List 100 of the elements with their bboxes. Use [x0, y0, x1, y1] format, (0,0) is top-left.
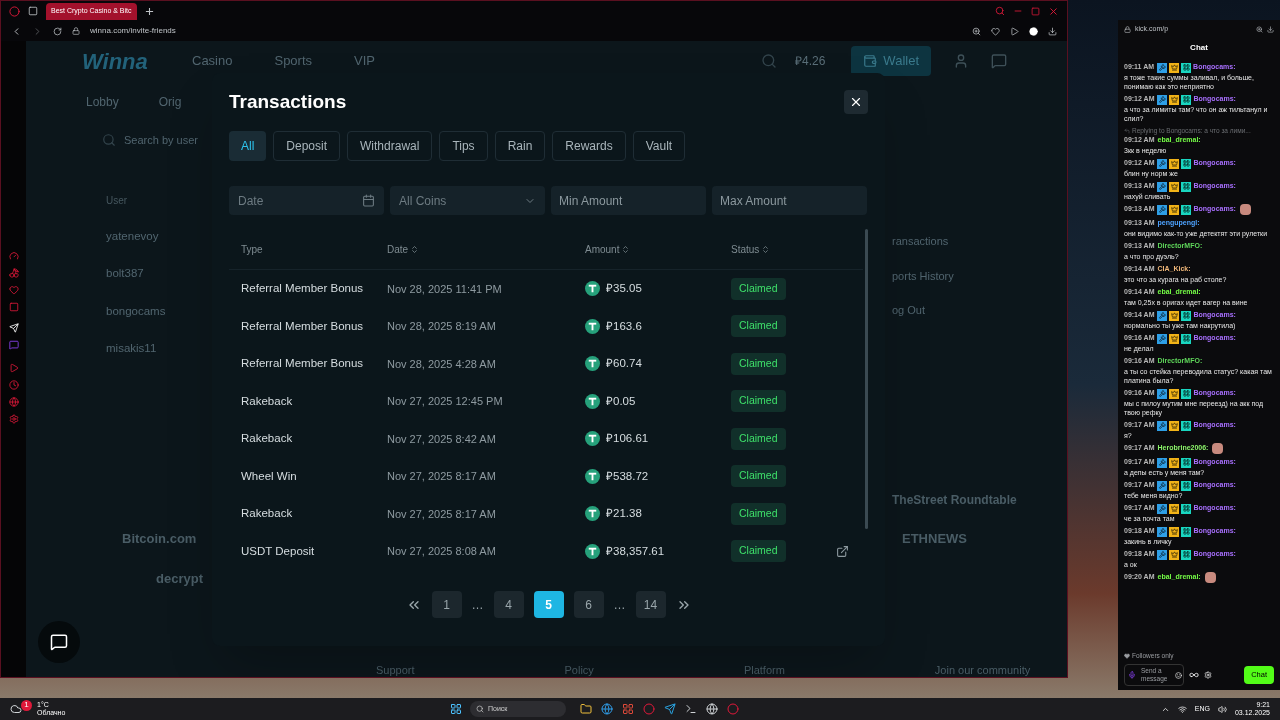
heart-icon[interactable] [8, 285, 19, 295]
folder-icon[interactable] [580, 703, 592, 715]
points-icon[interactable] [1189, 670, 1199, 680]
heart-icon[interactable] [991, 26, 1000, 36]
partner-logo: TheStreet Roundtable [892, 491, 1017, 509]
crown-badge-icon [1169, 310, 1180, 321]
type-cell-text: Rakeback [241, 431, 293, 447]
crown-badge-icon [1169, 181, 1180, 192]
type-cell-text: USDT Deposit [241, 543, 315, 559]
volume-icon[interactable] [1217, 704, 1227, 714]
search-icon [476, 705, 484, 713]
balance-display[interactable]: ₽4.26 [795, 52, 826, 70]
status-badge: Claimed [731, 277, 786, 300]
page-button[interactable]: 1 [431, 591, 462, 618]
download-icon[interactable] [1048, 26, 1057, 36]
tether-coin-icon [585, 506, 600, 522]
date-cell-text: Nov 27, 2025 8:42 AM [387, 431, 496, 447]
grid-badge-icon [1181, 158, 1192, 169]
date-cell-text: Nov 27, 2025 8:08 AM [387, 544, 496, 559]
filter-tab[interactable]: Tips [439, 131, 488, 161]
start-icon[interactable] [450, 703, 462, 715]
filter-tab[interactable]: Vault [632, 131, 686, 161]
browser-icon[interactable] [601, 703, 613, 715]
filter-tab[interactable]: All [229, 131, 267, 161]
username-cell-text: yatenevoy [106, 229, 159, 244]
status-badge: Claimed [731, 390, 786, 413]
page-button[interactable]: 4 [493, 591, 524, 618]
cherry-icon[interactable] [8, 268, 19, 278]
crown-badge-icon [1169, 526, 1180, 537]
tether-coin-icon [585, 468, 600, 484]
emoji-icon[interactable] [1175, 672, 1182, 679]
page-button[interactable]: 6 [573, 591, 604, 618]
close-icon[interactable] [1048, 5, 1059, 17]
reload-icon[interactable] [53, 26, 62, 36]
tether-coin-icon [585, 431, 600, 447]
new-tab-icon[interactable] [144, 6, 154, 16]
status-badge: Claimed [731, 427, 786, 450]
network-icon[interactable] [1177, 704, 1187, 714]
crown-badge-icon [1169, 549, 1180, 560]
scrollbar-thumb[interactable] [865, 229, 868, 529]
page-button[interactable]: 14 [635, 591, 666, 618]
filter-tab[interactable]: Rain [494, 131, 546, 161]
reply-icon [1124, 127, 1130, 134]
type-cell-text: Wheel Win [241, 468, 297, 484]
coin-select[interactable]: All Coins [390, 186, 545, 215]
min-amount-field[interactable]: Min Amount [551, 186, 706, 215]
weather-badge: 1 [21, 699, 32, 711]
profile-icon[interactable] [1029, 26, 1038, 36]
circle-icon[interactable] [643, 703, 655, 715]
circle-icon[interactable] [727, 703, 739, 715]
crown-badge-icon [1169, 204, 1180, 215]
grid-badge-icon [1181, 526, 1192, 537]
sort-icon [621, 244, 631, 254]
heart-icon [1124, 653, 1130, 660]
status-badge: Claimed [731, 465, 786, 488]
weather-icon[interactable] [10, 703, 22, 715]
footer-heading: Policy [564, 663, 594, 677]
date-cell-text: Nov 27, 2025 8:17 AM [387, 506, 496, 522]
grid-icon[interactable] [622, 703, 634, 715]
footer-heading: Platform [743, 663, 785, 677]
filter-tab[interactable]: Deposit [273, 131, 341, 161]
column-header[interactable]: Date [387, 241, 420, 257]
browser-logo-icon[interactable] [9, 5, 20, 17]
zoom-icon[interactable] [1256, 25, 1263, 33]
grid-badge-icon [1181, 457, 1192, 468]
search-icon[interactable] [995, 6, 1005, 16]
filter-tab[interactable]: Rewards [552, 131, 626, 161]
support-chat-button[interactable] [38, 621, 80, 663]
crown-badge-icon [1169, 333, 1180, 344]
tether-coin-icon [585, 281, 600, 297]
download-icon[interactable] [1267, 25, 1274, 33]
crown-badge-icon [1169, 94, 1180, 105]
partner-logo: decrypt [156, 569, 203, 588]
column-header[interactable]: Status [731, 241, 771, 257]
crown-badge-icon [1169, 503, 1180, 514]
tab-overview-icon[interactable] [28, 6, 38, 16]
grid-badge-icon [1181, 480, 1192, 491]
username-cell-text: bolt387 [106, 266, 144, 282]
tether-coin-icon [585, 356, 600, 372]
type-cell-text: Referral Member Bonus [241, 318, 364, 334]
max-amount-field[interactable]: Max Amount [712, 186, 867, 215]
close-button[interactable] [844, 90, 868, 114]
filter-tab[interactable]: Withdrawal [347, 131, 433, 161]
crown-badge-icon [1169, 480, 1180, 491]
play-icon[interactable] [1010, 26, 1019, 36]
type-cell-text: Referral Member Bonus [241, 281, 364, 297]
date-cell-text: Nov 28, 2025 8:19 AM [387, 319, 496, 334]
modal-title: Transactions [229, 89, 347, 114]
send-icon[interactable] [664, 703, 676, 715]
lock-icon [72, 27, 80, 35]
terminal-icon[interactable] [685, 703, 697, 715]
date-field[interactable]: Date [229, 186, 384, 215]
external-link-icon[interactable] [836, 544, 849, 558]
sort-icon [410, 244, 420, 254]
grid-badge-icon [1181, 310, 1192, 321]
zoom-icon[interactable] [972, 26, 981, 36]
address-bar[interactable]: winna.com/invite-friends [90, 25, 176, 37]
tether-coin-icon [585, 393, 600, 409]
date-cell-text: Nov 28, 2025 11:41 PM [387, 281, 502, 297]
column-header[interactable]: Amount [585, 241, 631, 257]
